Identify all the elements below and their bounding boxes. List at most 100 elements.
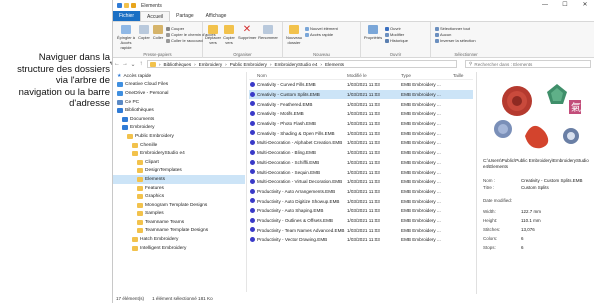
sidebar-item[interactable]: Elements — [113, 175, 245, 184]
forward-arrow-icon[interactable]: → — [121, 61, 129, 67]
new-folder-button[interactable]: Nouveau dossier — [285, 25, 303, 45]
file-row[interactable]: Productivity - Team Names Advanced.EMB 1/… — [249, 225, 473, 235]
invert-selection-button[interactable]: Inverser la sélection — [435, 38, 476, 43]
minimize-button[interactable]: — — [535, 0, 555, 10]
sidebar-item[interactable]: DesignTemplates — [113, 167, 245, 176]
folder-icon — [137, 219, 143, 225]
sidebar-item[interactable]: Teamname Template Designs — [113, 227, 245, 236]
file-row[interactable]: Multi-Decoration - Bling.EMB 1/03/2021 11… — [249, 148, 473, 158]
rename-button[interactable]: Renommer — [257, 25, 279, 40]
easy-access-button[interactable]: Accès rapide — [305, 32, 333, 37]
sidebar-item[interactable]: Chenille — [113, 141, 245, 150]
sidebar-item[interactable]: ★ Accès rapide — [113, 72, 245, 81]
sidebar-item[interactable]: Public Embroidery — [113, 132, 245, 141]
select-all-button[interactable]: Sélectionner tout — [435, 26, 470, 31]
edit-button[interactable]: Modifier — [385, 32, 404, 37]
sidebar-item[interactable]: Documents — [113, 115, 245, 124]
pane-splitter[interactable] — [246, 72, 247, 292]
pin-button[interactable]: Épingler à Accès rapide — [115, 25, 137, 50]
navigation-pane: ★ Accès rapide Creative Cloud Files OneDriv… — [113, 72, 245, 296]
open-button[interactable]: Ouvrir — [385, 26, 401, 31]
file-row[interactable]: Multi-Decoration - Alphabet Creation.EMB… — [249, 138, 473, 148]
rename-icon — [263, 25, 273, 34]
sidebar-item[interactable]: Clipart — [113, 158, 245, 167]
paste-button[interactable]: Coller — [151, 25, 165, 40]
sidebar-item[interactable]: Ce PC — [113, 98, 245, 107]
sidebar-item[interactable]: Bibliothèques — [113, 106, 245, 115]
delete-button[interactable]: ✕ Supprimer — [238, 25, 256, 41]
maximize-button[interactable]: ☐ — [555, 0, 575, 10]
up-arrow-icon[interactable]: ↑ — [137, 61, 145, 67]
column-header-name[interactable]: Nom — [249, 73, 347, 78]
file-row[interactable]: Productivity - Auto Digitize Showup.EMB 1… — [249, 196, 473, 206]
address-bar[interactable]: › Bibliothèques › Embroidery › Public Em… — [147, 60, 457, 68]
file-row[interactable]: Productivity - Vector Drawing.EMB 1/03/20… — [249, 235, 473, 245]
file-row[interactable]: Productivity - Auto Shaping.EMB 1/03/2021… — [249, 206, 473, 216]
sidebar-item[interactable]: Graphics — [113, 192, 245, 201]
tab-view[interactable]: Affichage — [200, 11, 233, 21]
preview-field: Width: 122.7 mm — [483, 209, 589, 214]
file-row[interactable]: Multi-Decoration - Sequin.EMB 1/03/2021 1… — [249, 167, 473, 177]
properties-icon[interactable] — [117, 3, 122, 8]
move-to-button[interactable]: Déplacer vers — [205, 25, 221, 45]
sidebar-item[interactable]: Hatch Embroidery — [113, 235, 245, 244]
sidebar-item-label: Public Embroidery — [135, 133, 174, 139]
tab-file[interactable]: Fichier — [113, 11, 141, 21]
folder-icon[interactable] — [131, 3, 136, 8]
file-date: 1/03/2021 11:03 — [347, 208, 380, 214]
column-header-date[interactable]: Modifié le — [347, 73, 401, 78]
file-row[interactable]: Multi-Decoration - Virtual Decoration.EM… — [249, 177, 473, 187]
search-placeholder: Rechercher dans : Elements — [474, 61, 533, 67]
cut-button[interactable]: Couper — [166, 26, 184, 31]
search-box[interactable]: ⚲ Rechercher dans : Elements — [465, 60, 591, 68]
tab-home[interactable]: Accueil — [140, 11, 171, 21]
breadcrumb-separator: › — [269, 61, 272, 67]
recent-chevron-icon[interactable]: ⌄ — [129, 61, 137, 68]
field-value: 110.1 mm — [521, 218, 541, 223]
file-row[interactable]: Multi-Decoration - Schiffli.EMB 1/03/2021… — [249, 158, 473, 168]
file-name: Productivity - Auto Shaping.EMB — [257, 208, 324, 214]
back-arrow-icon[interactable]: ← — [113, 61, 121, 67]
sidebar-item[interactable]: OneDrive - Personal — [113, 89, 245, 98]
sidebar-item[interactable]: Samples — [113, 210, 245, 219]
file-row[interactable]: Creativity - Photo Flash.EMB 1/03/2021 11… — [249, 119, 473, 129]
file-name: Creativity - Custom Splits.EMB — [257, 92, 320, 98]
column-header-size[interactable]: Taille — [453, 73, 473, 78]
file-row[interactable]: Creativity - Curved Fills.EMB 1/03/2021 1… — [249, 80, 473, 90]
file-row[interactable]: Creativity - Feathered.EMB 1/03/2021 11:0… — [249, 99, 473, 109]
field-label: Height: — [483, 218, 498, 223]
tab-share[interactable]: Partage — [170, 11, 200, 21]
file-explorer-window: Elements — ☐ ✕ Fichier Accueil Partage A… — [112, 0, 594, 303]
list-header: Nom Modifié le Type Taille — [249, 72, 473, 80]
sidebar-item[interactable]: EmbroideryStudio e4 — [113, 149, 245, 158]
history-button[interactable]: Historique — [385, 38, 408, 43]
file-row[interactable]: Productivity - Auto Arrangements.EMB 1/03… — [249, 187, 473, 197]
sidebar-item[interactable]: Embroidery — [113, 124, 245, 133]
sidebar-item[interactable]: Teamname Teams — [113, 218, 245, 227]
sidebar-item[interactable]: Features — [113, 184, 245, 193]
status-bar: 17 élément(s) 1 élément sélectionné 181 … — [113, 294, 594, 303]
file-type: EMB Embroidery ... — [401, 101, 441, 107]
sidebar-item[interactable]: Intelligent Embroidery — [113, 244, 245, 253]
select-none-button[interactable]: Aucun — [435, 32, 451, 37]
sidebar-item[interactable]: Monogram Template Designs — [113, 201, 245, 210]
breadcrumb-item[interactable]: Embroidery — [199, 62, 223, 67]
breadcrumb-item[interactable]: Public Embroidery — [230, 62, 267, 67]
new-folder-icon[interactable] — [124, 3, 129, 8]
copy-button[interactable]: Copier — [137, 25, 151, 40]
file-row[interactable]: Creativity - Motifs.EMB 1/03/2021 11:03 EM… — [249, 109, 473, 119]
breadcrumb-item[interactable]: Elements — [325, 62, 344, 67]
sidebar-item[interactable]: Creative Cloud Files — [113, 81, 245, 90]
new-item-button[interactable]: Nouvel élément — [305, 26, 338, 31]
breadcrumb-item[interactable]: EmbroideryStudio e4 — [275, 62, 318, 67]
paste-shortcut-button[interactable]: Coller le raccourci — [166, 38, 203, 43]
properties-button[interactable]: Propriétés — [363, 25, 383, 40]
file-row[interactable]: Creativity - Custom Splits.EMB 1/03/2021 … — [249, 89, 473, 100]
file-row[interactable]: Productivity - Outlines & Offsets.EMB 1/0… — [249, 216, 473, 226]
close-button[interactable]: ✕ — [575, 0, 594, 10]
copy-to-button[interactable]: Copier vers — [221, 25, 237, 45]
emb-file-icon — [250, 149, 255, 155]
column-header-type[interactable]: Type — [401, 73, 453, 78]
breadcrumb-item[interactable]: Bibliothèques — [164, 62, 192, 67]
file-row[interactable]: Creativity - Shading & Open Fills.EMB 1/0… — [249, 128, 473, 138]
